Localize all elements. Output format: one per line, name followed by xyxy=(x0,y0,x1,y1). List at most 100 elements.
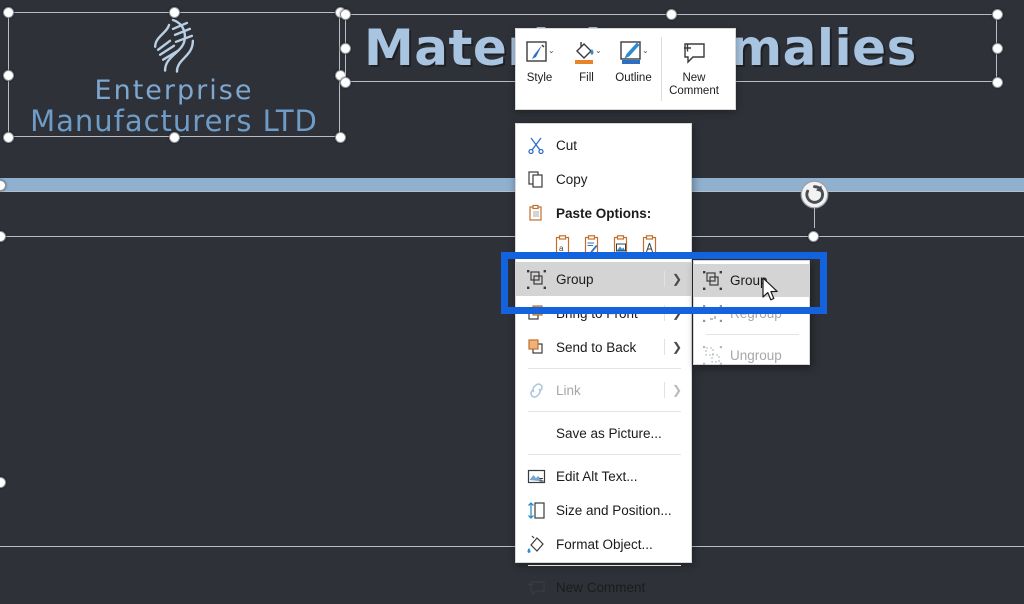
bring-front-icon xyxy=(516,304,556,323)
style-brush-icon: ⌄ xyxy=(525,36,555,70)
group-icon xyxy=(516,269,556,289)
context-menu-label-paste-options: Paste Options: xyxy=(556,205,652,221)
context-menu-label-send-to-back: Send to Back xyxy=(556,339,637,355)
selection-handle[interactable] xyxy=(992,77,1003,88)
outline-pencil-icon: ⌄ xyxy=(619,36,649,70)
context-menu-item-bring-to-front[interactable]: Bring to Front ❯ xyxy=(516,296,691,330)
new-comment-label-2: Comment xyxy=(669,84,719,97)
selection-handle[interactable] xyxy=(3,132,14,143)
style-button[interactable]: ⌄ Style xyxy=(516,29,563,109)
outline-label: Outline xyxy=(615,72,652,84)
selection-handle[interactable] xyxy=(992,9,1003,20)
submenu-label-regroup: Regroup xyxy=(730,306,782,321)
chevron-right-icon: ❯ xyxy=(671,272,682,286)
context-menu-label-size-and-position: Size and Position... xyxy=(556,502,672,518)
new-comment-icon xyxy=(680,36,708,70)
selection-handle[interactable] xyxy=(340,43,351,54)
menu-separator xyxy=(528,565,681,566)
slide-canvas[interactable]: Enterprise Manufacturers LTD Material An… xyxy=(0,0,1024,593)
context-menu-label-group: Group xyxy=(556,271,594,287)
context-menu[interactable]: Cut Copy Paste Options: a Group ❯ Bring … xyxy=(515,123,692,596)
context-menu-item-paste-options: Paste Options: xyxy=(516,196,691,230)
context-menu-item-send-to-back[interactable]: Send to Back ❯ xyxy=(516,330,691,364)
submenu-divider xyxy=(664,271,665,287)
clipboard-a-icon[interactable]: a xyxy=(554,235,573,257)
context-menu-label-link: Link xyxy=(556,382,581,398)
context-menu-label-save-as-picture: Save as Picture... xyxy=(556,425,662,441)
selection-handle[interactable] xyxy=(3,7,14,18)
selection-handle[interactable] xyxy=(3,70,14,81)
chevron-right-icon: ❯ xyxy=(671,383,682,397)
submenu-item-group[interactable]: Group xyxy=(694,264,809,297)
size-position-icon xyxy=(516,501,556,520)
context-menu-item-group[interactable]: Group ❯ xyxy=(516,262,691,296)
menu-separator xyxy=(528,411,681,412)
context-menu-item-new-comment[interactable]: New Comment xyxy=(516,570,691,604)
selection-handle[interactable] xyxy=(335,132,346,143)
regroup-icon xyxy=(694,304,730,323)
mouse-cursor xyxy=(762,277,778,301)
menu-separator xyxy=(528,454,681,455)
clipboard-icon xyxy=(516,204,556,222)
logo-placeholder[interactable]: Enterprise Manufacturers LTD xyxy=(3,7,346,143)
menu-separator xyxy=(528,368,681,369)
rotate-handle-icon[interactable] xyxy=(800,180,829,209)
svg-text:⌄: ⌄ xyxy=(642,46,649,55)
dna-helix-icon xyxy=(153,18,195,73)
submenu-label-ungroup: Ungroup xyxy=(730,348,782,363)
new-comment-label-1: New xyxy=(682,72,706,84)
submenu-item-regroup: Regroup xyxy=(694,297,809,330)
context-menu-label-new-comment: New Comment xyxy=(556,579,646,595)
outline-button[interactable]: ⌄ Outline xyxy=(610,29,657,109)
paste-options-row[interactable]: a xyxy=(516,230,691,262)
clipboard-text-icon[interactable] xyxy=(641,235,660,257)
context-menu-item-edit-alt-text[interactable]: Edit Alt Text... xyxy=(516,459,691,493)
context-menu-label-bring-to-front: Bring to Front xyxy=(556,305,638,321)
shape-placeholder-3[interactable] xyxy=(0,237,1024,547)
submenu-separator xyxy=(706,334,799,335)
group-icon xyxy=(694,271,730,290)
style-label: Style xyxy=(526,72,553,84)
new-comment-icon xyxy=(516,578,556,597)
group-submenu[interactable]: Group Regroup Ungroup xyxy=(693,260,810,365)
accent-bar xyxy=(0,178,1024,191)
fill-label: Fill xyxy=(579,72,594,84)
chevron-right-icon: ❯ xyxy=(671,306,682,320)
fill-button[interactable]: ⌄ Fill xyxy=(563,29,610,109)
context-menu-label-cut: Cut xyxy=(556,137,578,153)
rotation-handle[interactable] xyxy=(800,180,830,240)
clipboard-pen-icon[interactable] xyxy=(583,235,602,257)
alt-text-icon xyxy=(516,467,556,486)
svg-text:a: a xyxy=(559,244,564,253)
shape-placeholder-2[interactable] xyxy=(0,191,1024,237)
ungroup-icon xyxy=(694,346,730,365)
submenu-divider xyxy=(664,382,665,398)
submenu-item-ungroup: Ungroup xyxy=(694,339,809,372)
svg-text:⌄: ⌄ xyxy=(595,46,602,55)
link-icon xyxy=(516,381,556,400)
context-menu-item-cut[interactable]: Cut xyxy=(516,128,691,162)
selection-handle[interactable] xyxy=(340,77,351,88)
format-object-icon xyxy=(516,535,556,554)
selection-handle[interactable] xyxy=(169,7,180,18)
selection-handle[interactable] xyxy=(340,9,351,20)
logo-line-1: Enterprise xyxy=(94,74,254,106)
svg-text:⌄: ⌄ xyxy=(548,46,555,55)
selection-handle[interactable] xyxy=(666,9,677,20)
context-menu-item-size-and-position[interactable]: Size and Position... xyxy=(516,493,691,527)
context-menu-item-save-as-picture[interactable]: Save as Picture... xyxy=(516,416,691,450)
chevron-right-icon: ❯ xyxy=(671,340,682,354)
context-menu-item-link: Link ❯ xyxy=(516,373,691,407)
copy-icon xyxy=(516,170,556,188)
selection-handle[interactable] xyxy=(169,132,180,143)
clipboard-picture-icon[interactable] xyxy=(612,235,631,257)
new-comment-button[interactable]: New Comment xyxy=(666,29,722,109)
context-menu-label-edit-alt-text: Edit Alt Text... xyxy=(556,468,638,484)
submenu-divider xyxy=(664,339,665,355)
context-menu-item-format-object[interactable]: Format Object... xyxy=(516,527,691,561)
context-menu-item-copy[interactable]: Copy xyxy=(516,162,691,196)
submenu-divider xyxy=(664,305,665,321)
mini-floating-toolbar[interactable]: ⌄ Style ⌄ Fill ⌄ Outline New Comment xyxy=(515,28,736,110)
context-menu-label-copy: Copy xyxy=(556,171,588,187)
selection-handle[interactable] xyxy=(992,43,1003,54)
